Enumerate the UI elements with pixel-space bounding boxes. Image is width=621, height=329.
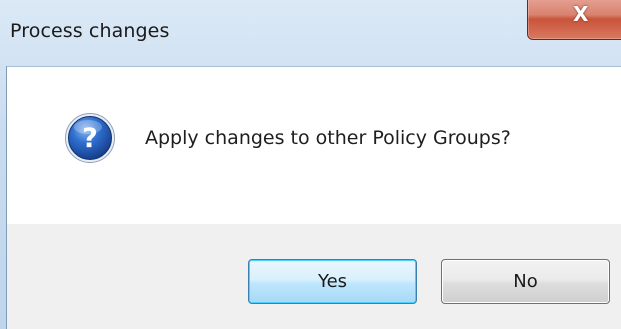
dialog-message: Apply changes to other Policy Groups? xyxy=(145,127,511,149)
close-icon: X xyxy=(573,2,589,26)
question-icon: ? xyxy=(65,113,115,163)
title-bar[interactable]: Process changes X xyxy=(0,0,621,66)
dialog-window: Process changes X ? Apply changes to oth… xyxy=(0,0,621,329)
no-button-label: No xyxy=(513,271,538,292)
yes-button[interactable]: Yes xyxy=(248,259,417,304)
dialog-client-area: ? Apply changes to other Policy Groups? … xyxy=(6,66,621,329)
message-panel: ? Apply changes to other Policy Groups? xyxy=(7,66,621,224)
svg-text:?: ? xyxy=(82,123,98,154)
window-title: Process changes xyxy=(10,20,170,42)
yes-button-label: Yes xyxy=(317,271,348,292)
no-button[interactable]: No xyxy=(441,259,610,304)
close-button[interactable]: X xyxy=(527,0,621,40)
